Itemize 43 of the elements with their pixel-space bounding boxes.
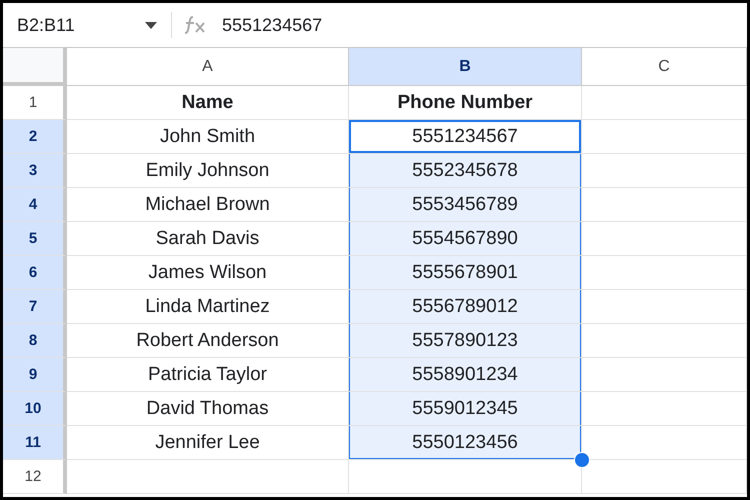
- row-header[interactable]: 2: [3, 120, 67, 154]
- table-cell[interactable]: 5550123456: [349, 426, 582, 460]
- table-cell[interactable]: 5554567890: [349, 222, 582, 256]
- table-cell[interactable]: Patricia Taylor: [67, 358, 349, 392]
- column-header[interactable]: A: [67, 48, 349, 86]
- table-cell[interactable]: 5553456789: [349, 188, 582, 222]
- empty-cell[interactable]: [582, 86, 747, 120]
- row-header[interactable]: 1: [3, 86, 67, 120]
- row-header[interactable]: 9: [3, 358, 67, 392]
- table-cell[interactable]: John Smith: [67, 120, 349, 154]
- table-cell[interactable]: Robert Anderson: [67, 324, 349, 358]
- table-cell[interactable]: 5559012345: [349, 392, 582, 426]
- dropdown-caret-icon[interactable]: [145, 22, 157, 28]
- table-cell[interactable]: Michael Brown: [67, 188, 349, 222]
- table-cell[interactable]: 5551234567: [349, 120, 582, 154]
- table-cell[interactable]: Emily Johnson: [67, 154, 349, 188]
- row-header[interactable]: 8: [3, 324, 67, 358]
- row-header[interactable]: 5: [3, 222, 67, 256]
- table-cell[interactable]: 5552345678: [349, 154, 582, 188]
- column-title-cell[interactable]: Name: [67, 86, 349, 120]
- table-cell[interactable]: Jennifer Lee: [67, 426, 349, 460]
- table-cell[interactable]: James Wilson: [67, 256, 349, 290]
- table-cell[interactable]: Sarah Davis: [67, 222, 349, 256]
- fill-handle[interactable]: [574, 452, 590, 468]
- row-header[interactable]: 7: [3, 290, 67, 324]
- table-cell[interactable]: 5557890123: [349, 324, 582, 358]
- empty-cell[interactable]: [582, 460, 747, 494]
- column-header[interactable]: C: [582, 48, 747, 86]
- table-cell[interactable]: Linda Martinez: [67, 290, 349, 324]
- row-header[interactable]: 3: [3, 154, 67, 188]
- row-header[interactable]: 12: [3, 460, 67, 494]
- formula-field[interactable]: 5551234567: [222, 14, 622, 36]
- row-header[interactable]: 11: [3, 426, 67, 460]
- table-cell[interactable]: David Thomas: [67, 392, 349, 426]
- table-cell[interactable]: 5555678901: [349, 256, 582, 290]
- row-header[interactable]: 10: [3, 392, 67, 426]
- table-cell[interactable]: 5558901234: [349, 358, 582, 392]
- column-header[interactable]: B: [349, 48, 582, 86]
- row-header[interactable]: 4: [3, 188, 67, 222]
- name-box[interactable]: B2:B11: [17, 14, 145, 36]
- select-all-corner[interactable]: [3, 48, 67, 86]
- row-header[interactable]: 6: [3, 256, 67, 290]
- table-cell[interactable]: 5556789012: [349, 290, 582, 324]
